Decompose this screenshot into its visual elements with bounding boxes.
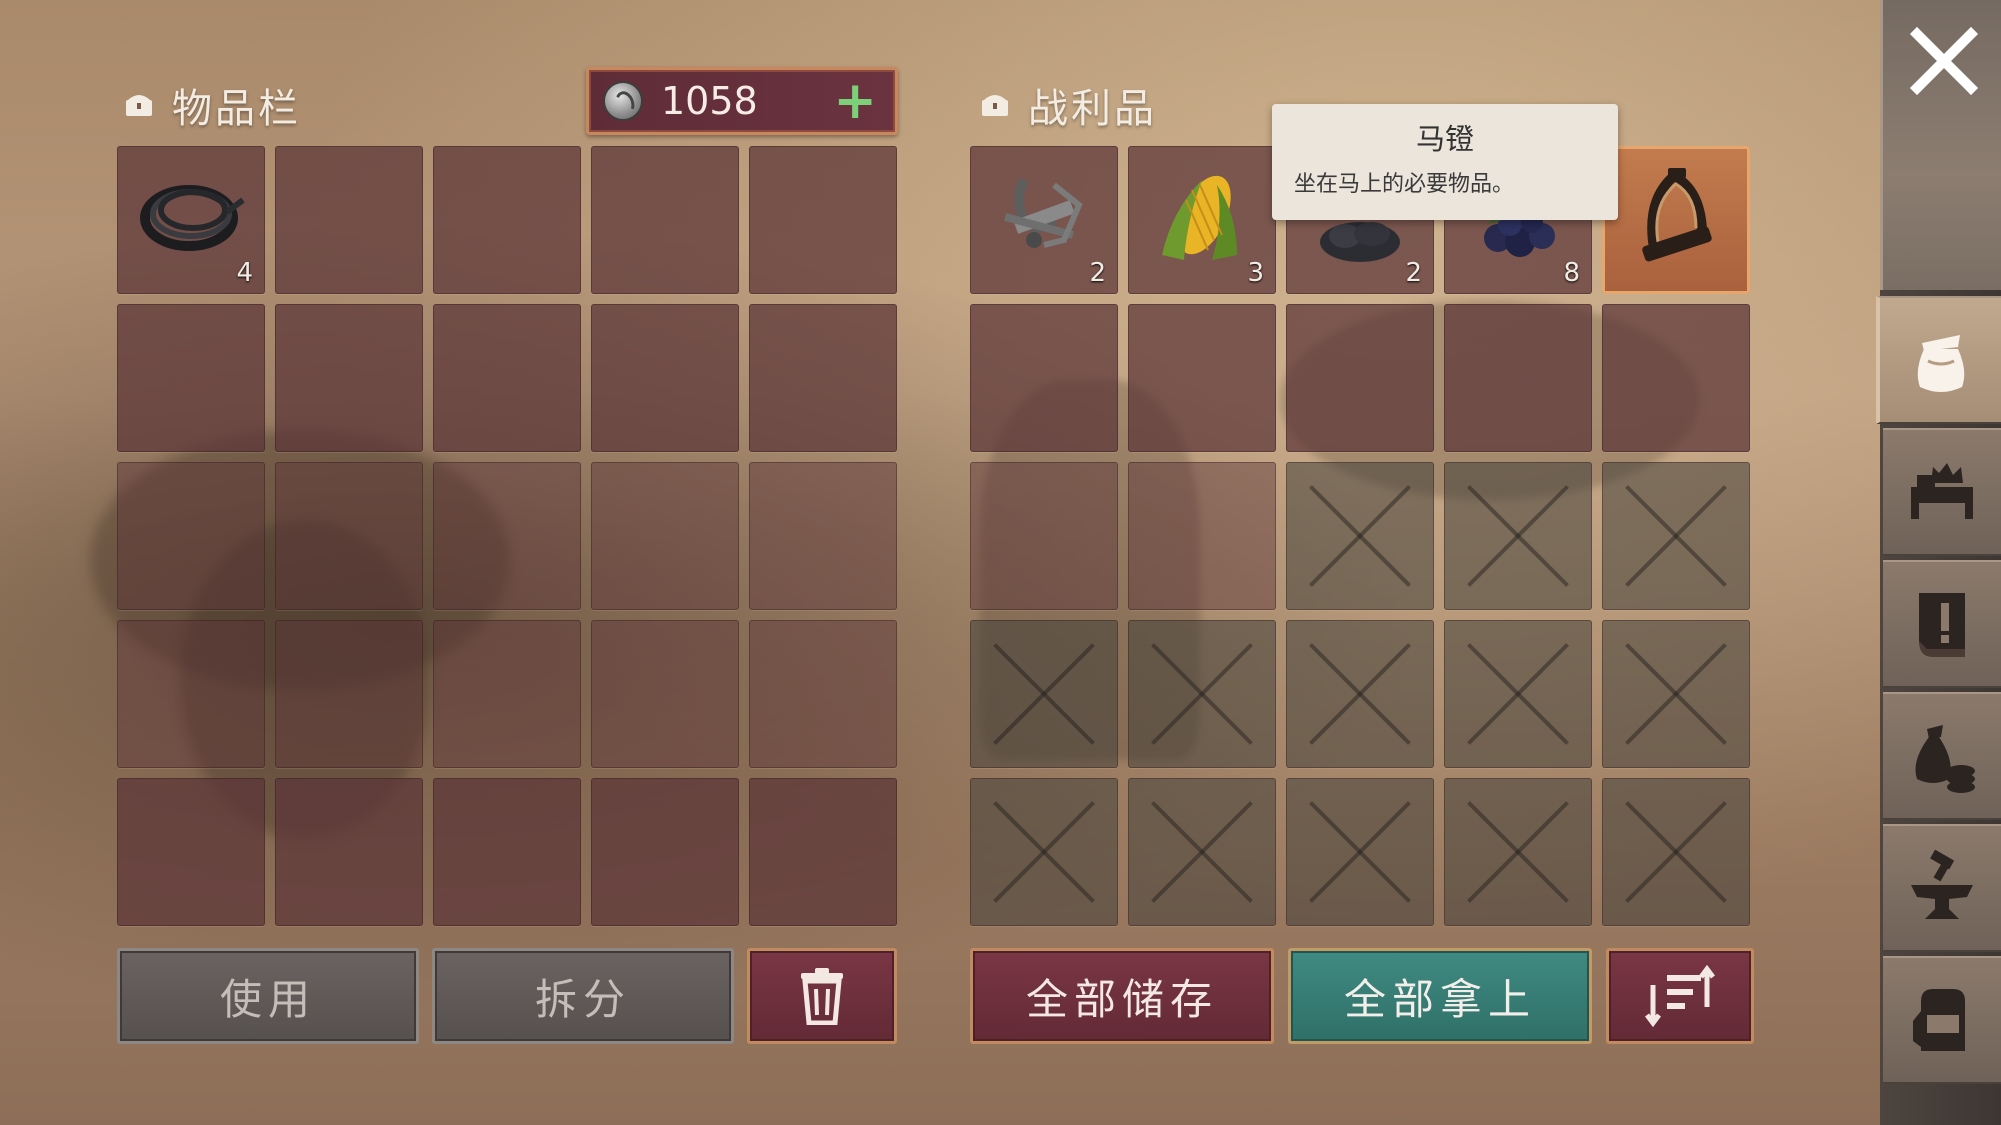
locked-slot (1128, 620, 1276, 768)
tab-quest[interactable] (1883, 560, 2001, 688)
anvil-icon (1911, 849, 1973, 919)
inventory-slot[interactable] (749, 620, 897, 768)
locked-slot (1602, 778, 1750, 926)
currency-amount: 1058 (661, 79, 758, 123)
inventory-slot[interactable] (117, 304, 265, 452)
tab-backpack[interactable] (1883, 956, 2001, 1084)
inventory-slot[interactable] (433, 462, 581, 610)
take-all-button[interactable]: 全部拿上 (1288, 948, 1592, 1044)
inventory-slot[interactable] (591, 146, 739, 294)
locked-slot (1602, 620, 1750, 768)
item-count: 3 (1247, 258, 1264, 288)
tab-crafting[interactable] (1883, 824, 2001, 952)
locked-slot (970, 620, 1118, 768)
inventory-slot[interactable] (275, 146, 423, 294)
loot-slot[interactable] (1128, 462, 1276, 610)
loot-slot[interactable]: 2 (970, 146, 1118, 294)
discard-button[interactable] (747, 948, 897, 1044)
use-button[interactable]: 使用 (117, 948, 419, 1044)
locked-slot (970, 778, 1118, 926)
money-bag-icon (1915, 725, 1975, 793)
loot-slot-selected[interactable] (1602, 146, 1750, 294)
inventory-grid: 4 (117, 146, 897, 926)
bag-icon (1917, 335, 1964, 392)
locked-slot (1602, 462, 1750, 610)
inventory-slot[interactable]: 4 (117, 146, 265, 294)
inventory-slot[interactable] (433, 304, 581, 452)
inventory-slot[interactable] (275, 462, 423, 610)
item-count: 2 (1089, 258, 1106, 288)
locked-slot (1444, 620, 1592, 768)
locked-slot (1286, 620, 1434, 768)
loot-header: 战利品 (980, 76, 1157, 134)
scrap-metal-icon (984, 160, 1104, 270)
sort-button[interactable] (1606, 948, 1754, 1044)
split-label: 拆分 (534, 974, 631, 1024)
tab-bed[interactable] (1883, 428, 2001, 556)
close-button[interactable] (1880, 0, 2001, 290)
sort-icon (1643, 965, 1717, 1027)
take-all-label: 全部拿上 (1343, 974, 1536, 1024)
quest-book-icon (1919, 593, 1965, 657)
inventory-slot[interactable] (749, 146, 897, 294)
bed-icon (1911, 463, 1973, 519)
inventory-slot[interactable] (275, 620, 423, 768)
inventory-header: 物品栏 (124, 76, 301, 134)
loot-slot[interactable]: 3 (1128, 146, 1276, 294)
stirrup-icon (1616, 160, 1736, 270)
inventory-slot[interactable] (749, 778, 897, 926)
inventory-slot[interactable] (749, 462, 897, 610)
locked-slot (1444, 462, 1592, 610)
loot-slot[interactable] (970, 304, 1118, 452)
inventory-slot[interactable] (275, 304, 423, 452)
add-currency-button[interactable]: + (833, 75, 877, 127)
inventory-slot[interactable] (275, 778, 423, 926)
inventory-slot[interactable] (591, 462, 739, 610)
loot-slot[interactable] (1444, 304, 1592, 452)
inventory-title: 物品栏 (172, 86, 301, 132)
tab-bag[interactable] (1876, 296, 2001, 424)
locked-slot (1286, 778, 1434, 926)
loot-grid: 2 3 2 8 (970, 146, 1750, 926)
rope-icon (131, 160, 251, 270)
inventory-slot[interactable] (117, 462, 265, 610)
store-all-label: 全部储存 (1025, 974, 1218, 1024)
loot-slot[interactable] (1128, 304, 1276, 452)
inventory-slot[interactable] (433, 778, 581, 926)
close-icon (1909, 26, 1979, 96)
trash-icon (797, 967, 847, 1025)
inventory-slot[interactable] (433, 620, 581, 768)
split-button[interactable]: 拆分 (432, 948, 734, 1044)
inventory-slot[interactable] (117, 620, 265, 768)
tab-money[interactable] (1883, 692, 2001, 820)
item-count: 8 (1563, 258, 1580, 288)
corn-icon (1142, 160, 1262, 270)
currency-display: 1058 + (586, 67, 898, 135)
inventory-slot[interactable] (591, 304, 739, 452)
loot-slot[interactable] (1286, 304, 1434, 452)
inventory-slot[interactable] (117, 778, 265, 926)
inventory-slot[interactable] (433, 146, 581, 294)
locked-slot (1444, 778, 1592, 926)
inventory-slot[interactable] (749, 304, 897, 452)
inventory-slot[interactable] (591, 778, 739, 926)
loot-chest-icon (980, 92, 1010, 118)
loot-slot[interactable] (970, 462, 1118, 610)
tooltip-title: 马镫 (1415, 122, 1474, 156)
item-tooltip: 马镫 坐在马上的必要物品。 (1272, 104, 1618, 220)
chest-icon (124, 92, 154, 118)
item-count: 4 (236, 258, 253, 288)
use-label: 使用 (219, 974, 316, 1024)
inventory-slot[interactable] (591, 620, 739, 768)
backpack-icon (1913, 989, 1965, 1051)
item-count: 2 (1405, 258, 1422, 288)
loot-slot[interactable] (1602, 304, 1750, 452)
tooltip-description: 坐在马上的必要物品。 (1294, 172, 1515, 197)
silver-coin-icon (603, 81, 643, 121)
store-all-button[interactable]: 全部储存 (970, 948, 1274, 1044)
loot-title: 战利品 (1028, 86, 1157, 132)
locked-slot (1286, 462, 1434, 610)
locked-slot (1128, 778, 1276, 926)
